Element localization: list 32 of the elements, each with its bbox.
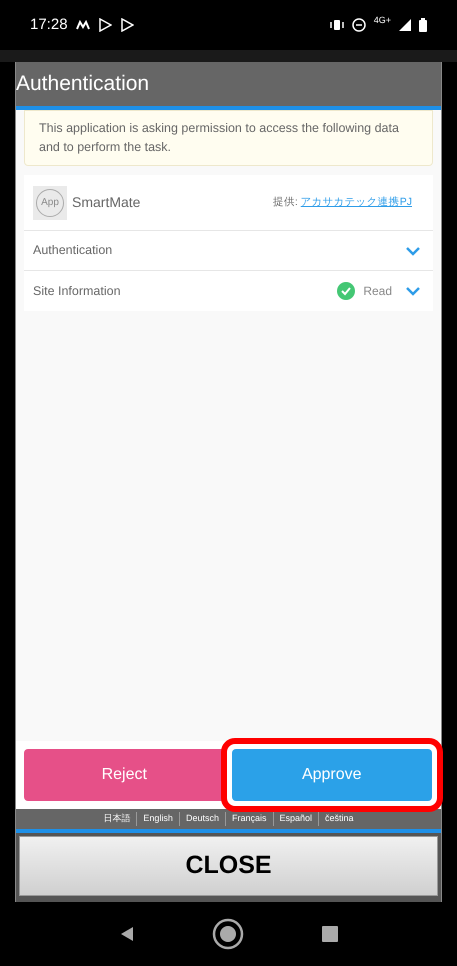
- recents-icon[interactable]: [322, 926, 338, 942]
- scope-name: Authentication: [33, 242, 112, 260]
- back-icon[interactable]: [118, 926, 135, 942]
- battery-icon: [419, 18, 427, 32]
- provider-link[interactable]: アカサカテック連携PJ: [300, 194, 412, 210]
- app-name: SmartMate: [72, 193, 140, 212]
- scope-name: Site Information: [33, 282, 121, 300]
- check-icon: [337, 282, 356, 300]
- language-link[interactable]: 日本語: [97, 812, 136, 826]
- provider-label: 提供:: [272, 194, 298, 210]
- scope-row[interactable]: Authentication: [24, 231, 433, 271]
- language-link[interactable]: Deutsch: [178, 812, 225, 826]
- status-time: 17:28: [30, 14, 68, 35]
- permission-label: Read: [363, 283, 392, 300]
- vibrate-icon: [330, 19, 344, 31]
- network-type: 4G+: [374, 14, 391, 28]
- play-icon: [120, 18, 134, 32]
- app-icon-label: App: [36, 188, 64, 216]
- close-button[interactable]: CLOSE: [19, 836, 438, 896]
- do-not-disturb-icon: [352, 18, 366, 32]
- dialog-title: Authentication: [16, 71, 150, 98]
- language-link[interactable]: English: [136, 812, 179, 826]
- language-link[interactable]: čeština: [318, 812, 360, 826]
- scope-row[interactable]: Site Information Read: [24, 271, 433, 311]
- play-icon: [98, 18, 112, 32]
- permission-notice: This application is asking permission to access the following data and to perform the task.: [24, 110, 433, 166]
- language-link[interactable]: Español: [272, 812, 318, 826]
- signal-icon: [399, 19, 411, 31]
- language-link[interactable]: Français: [224, 812, 272, 826]
- home-icon[interactable]: [212, 918, 244, 950]
- chevron-down-icon[interactable]: [406, 246, 420, 256]
- chevron-down-icon[interactable]: [406, 286, 420, 296]
